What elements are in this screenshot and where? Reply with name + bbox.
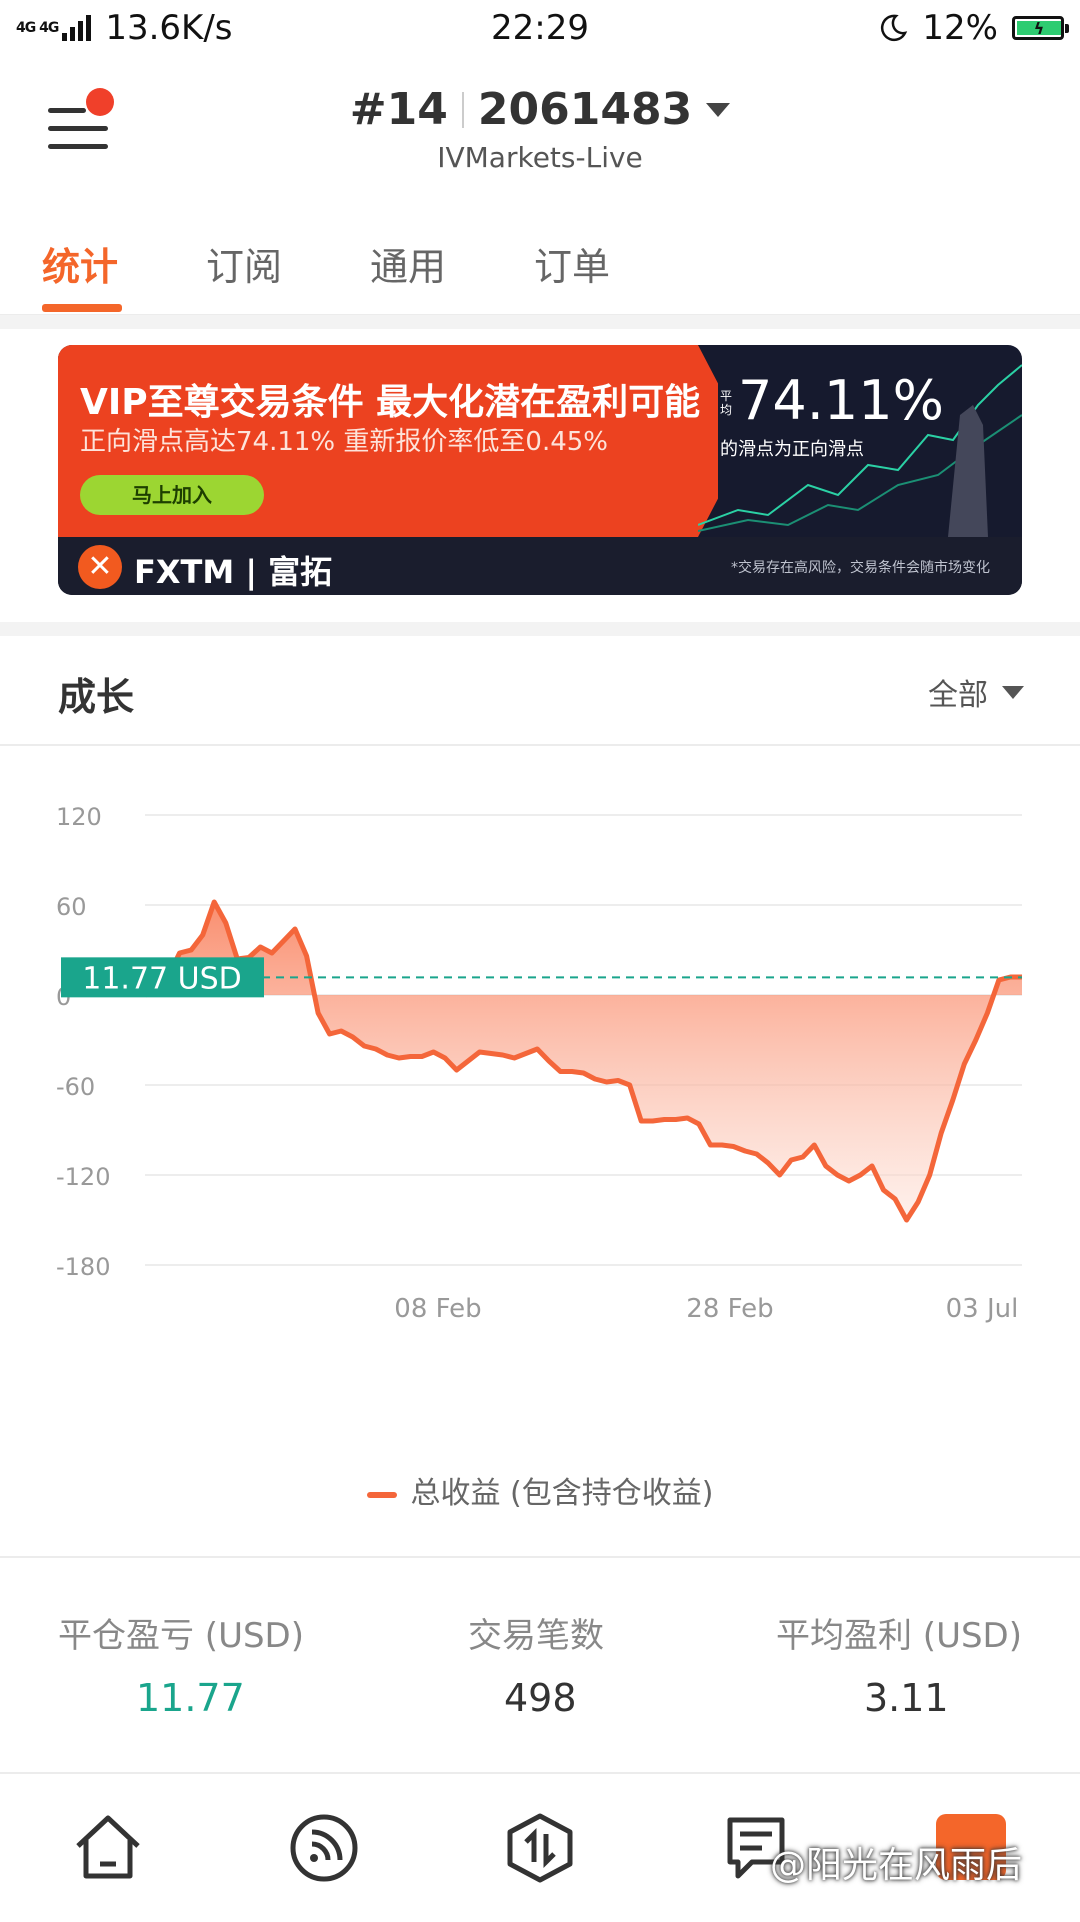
status-bar: 4G 4G 13.6K/s 22:29 12% ϟ <box>0 0 1080 56</box>
chevron-down-icon <box>706 102 731 117</box>
fxtm-logo-icon: ✕ <box>78 545 122 589</box>
tab-general[interactable]: 通用 <box>370 236 446 291</box>
app-bar: #14 2061483 IVMarkets-Live <box>0 56 1080 196</box>
summary-stats: 平仓盈亏 (USD) 11.77 交易笔数 498 平均盈利 (USD) 3.1… <box>0 1556 1080 1772</box>
y-tick-label: 60 <box>56 893 87 921</box>
watermark-text: @阳光在风雨后 <box>770 1845 1023 1886</box>
banner-percent: 74.11% <box>738 369 944 432</box>
banner-percent-desc: 的滑点为正向滑点 <box>720 439 864 460</box>
banner-subtitle: 正向滑点高达74.11% 重新报价率低至0.45% <box>80 427 608 457</box>
stat-value-trade-count: 498 <box>504 1676 577 1720</box>
server-name: IVMarkets-Live <box>437 141 643 174</box>
banner-brand: FXTM | 富拓 <box>134 553 333 591</box>
join-now-button[interactable]: 马上加入 <box>80 475 264 515</box>
current-value-label: 11.77 USD <box>82 961 242 996</box>
banner-disclaimer: *交易存在高风险，交易条件会随市场变化 <box>731 560 990 576</box>
legend-swatch <box>366 1491 397 1498</box>
active-tab-indicator <box>42 304 122 312</box>
growth-chart-svg: 120600-60-120-18008 Feb28 Feb03 Jul 11.7… <box>56 803 1022 1324</box>
range-filter-label: 全部 <box>928 678 988 713</box>
x-tick-label: 28 Feb <box>686 1294 773 1324</box>
y-tick-label: -60 <box>56 1073 95 1101</box>
divider <box>0 622 1080 636</box>
growth-chart[interactable]: 120600-60-120-18008 Feb28 Feb03 Jul 11.7… <box>0 748 1080 1508</box>
stat-label-trade-count: 交易笔数 <box>468 1616 604 1656</box>
battery-icon: ϟ <box>1012 16 1069 40</box>
account-number: 2061483 <box>477 84 693 135</box>
account-index: #14 <box>349 84 448 135</box>
y-tick-label: -180 <box>56 1253 110 1281</box>
tab-statistics[interactable]: 统计 <box>42 236 118 291</box>
banner-footer: ✕ FXTM | 富拓 *交易存在高风险，交易条件会随市场变化 <box>58 537 1022 595</box>
banner-stat-panel: 平均 74.11% 的滑点为正向滑点 <box>698 345 1022 537</box>
x-tick-label: 08 Feb <box>394 1294 481 1324</box>
account-separator <box>461 91 464 128</box>
legend-label: 总收益 (包含持仓收益) <box>410 1476 714 1511</box>
growth-section-header: 成长 全部 <box>0 640 1080 746</box>
divider <box>0 315 1080 329</box>
chart-legend: 总收益 (包含持仓收益) <box>0 1468 1080 1512</box>
section-title: 成长 <box>58 675 135 719</box>
battery-percent: 12% <box>922 8 998 48</box>
feed-icon[interactable] <box>288 1812 360 1884</box>
chevron-down-icon <box>1002 685 1024 699</box>
banner-percent-label: 平均 <box>720 389 733 417</box>
range-filter-dropdown[interactable]: 全部 <box>928 670 1024 714</box>
trade-icon[interactable] <box>504 1812 576 1884</box>
tab-bar: 统计 订阅 通用 订单 <box>0 196 1080 316</box>
tab-subscribe[interactable]: 订阅 <box>206 236 282 291</box>
banner-title: VIP至尊交易条件 最大化潜在盈利可能 <box>80 382 701 423</box>
stat-value-avg-profit: 3.11 <box>864 1676 949 1720</box>
stat-value-closed-pnl: 11.77 <box>136 1676 245 1720</box>
x-tick-label: 03 Jul <box>946 1294 1019 1324</box>
y-tick-label: -120 <box>56 1163 110 1191</box>
moon-icon <box>881 14 908 42</box>
tab-orders[interactable]: 订单 <box>534 236 610 291</box>
stat-label-closed-pnl: 平仓盈亏 (USD) <box>58 1616 304 1656</box>
charging-bolt-icon: ϟ <box>1017 19 1061 38</box>
y-tick-label: 120 <box>56 803 102 831</box>
stat-label-avg-profit: 平均盈利 (USD) <box>776 1616 1022 1656</box>
home-icon[interactable] <box>72 1812 144 1884</box>
account-selector[interactable]: #14 2061483 <box>349 84 731 135</box>
promo-banner[interactable]: VIP至尊交易条件 最大化潜在盈利可能 正向滑点高达74.11% 重新报价率低至… <box>58 345 1022 595</box>
